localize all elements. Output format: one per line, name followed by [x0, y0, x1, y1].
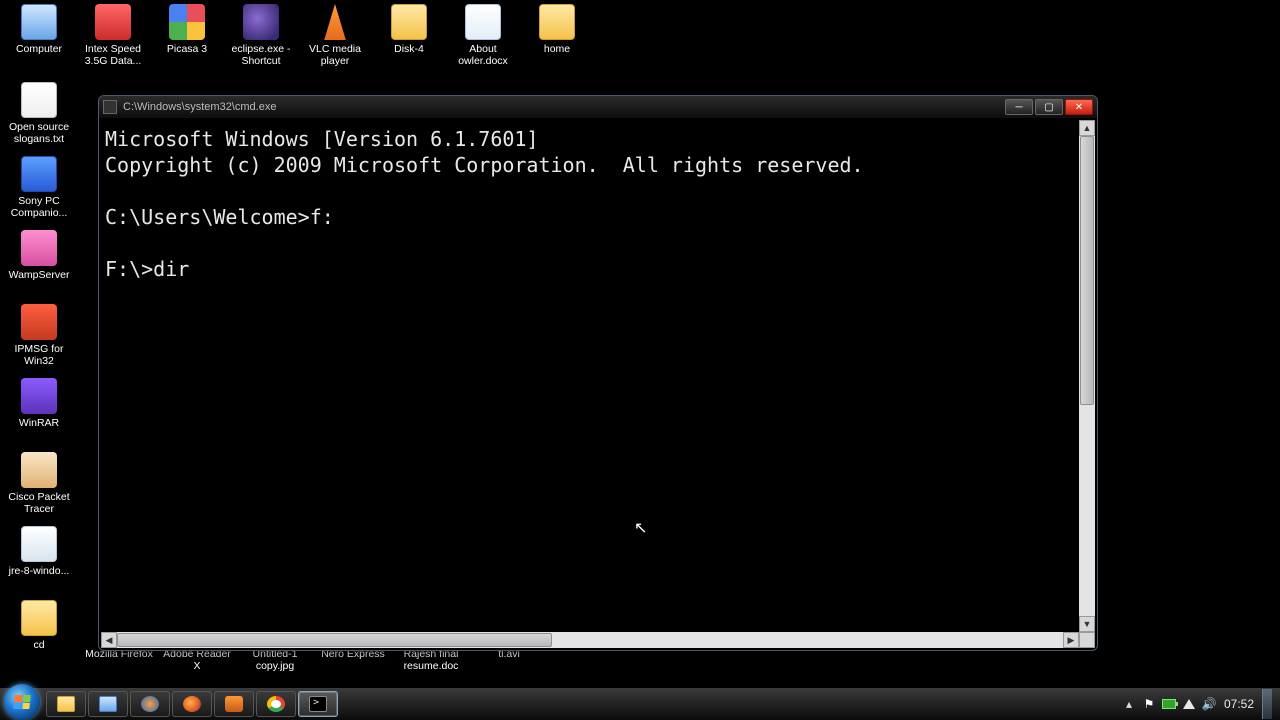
hscroll-thumb[interactable]	[117, 633, 552, 647]
java-icon	[21, 526, 57, 562]
packet-tracer-icon	[21, 452, 57, 488]
minimize-button[interactable]: ─	[1005, 99, 1033, 115]
icon-wamp[interactable]: WampServer	[2, 228, 76, 302]
start-button[interactable]	[4, 684, 40, 720]
eclipse-icon	[243, 4, 279, 40]
tray-action-center-icon[interactable]: ⚑	[1142, 697, 1156, 711]
icon-packet-tracer[interactable]: Cisco Packet Tracer	[2, 450, 76, 524]
scroll-thumb[interactable]	[1080, 136, 1094, 405]
icon-about-owler[interactable]: About owler.docx	[446, 2, 520, 76]
tray-battery-icon[interactable]	[1162, 697, 1176, 711]
scroll-down-arrow[interactable]: ▼	[1079, 616, 1095, 632]
cmd-window[interactable]: C:\Windows\system32\cmd.exe ─ ▢ ✕ Micros…	[98, 95, 1098, 651]
hscroll-track[interactable]	[117, 632, 1063, 648]
computer-icon	[21, 4, 57, 40]
icon-ipmsg[interactable]: IPMSG for Win32	[2, 302, 76, 376]
scroll-left-arrow[interactable]: ◀	[101, 632, 117, 648]
wamp-icon	[21, 230, 57, 266]
cmd-icon	[309, 696, 327, 712]
scroll-corner	[1079, 632, 1095, 648]
icon-adobe-reader[interactable]: Adobe Reader X	[160, 646, 234, 694]
tray-show-hidden-icon[interactable]: ▴	[1122, 697, 1136, 711]
window-switcher-icon	[99, 696, 117, 712]
winrar-icon	[21, 378, 57, 414]
icon-cd[interactable]: cd	[2, 598, 76, 672]
tray-volume-icon[interactable]: 🔊	[1202, 697, 1216, 711]
cmd-vertical-scrollbar[interactable]: ▲ ▼	[1079, 120, 1095, 632]
text-file-icon	[21, 82, 57, 118]
ipmsg-icon	[21, 304, 57, 340]
taskbar: ▴ ⚑ 🔊 07:52	[0, 688, 1280, 720]
desktop-top-row: Computer Intex Speed 3.5G Data... Picasa…	[2, 2, 594, 76]
firefox-icon	[183, 696, 201, 712]
taskbar-firefox[interactable]	[172, 691, 212, 717]
tray-network-icon[interactable]	[1182, 697, 1196, 711]
maximize-button[interactable]: ▢	[1035, 99, 1063, 115]
icon-home[interactable]: home	[520, 2, 594, 76]
cmd-output[interactable]: Microsoft Windows [Version 6.1.7601] Cop…	[105, 126, 1077, 630]
explorer-icon	[57, 696, 75, 712]
picasa-icon	[169, 4, 205, 40]
doc-icon	[465, 4, 501, 40]
show-desktop-button[interactable]	[1262, 689, 1272, 719]
taskbar-explorer[interactable]	[46, 691, 86, 717]
icon-sony-pc[interactable]: Sony PC Companio...	[2, 154, 76, 228]
cmd-body: Microsoft Windows [Version 6.1.7601] Cop…	[101, 120, 1095, 648]
cmd-horizontal-scrollbar[interactable]: ◀ ▶	[101, 632, 1079, 648]
icon-computer[interactable]: Computer	[2, 2, 76, 76]
windows-logo-icon	[13, 695, 30, 709]
scroll-up-arrow[interactable]: ▲	[1079, 120, 1095, 136]
taskbar-sublime[interactable]	[214, 691, 254, 717]
desktop: Computer Intex Speed 3.5G Data... Picasa…	[0, 0, 1280, 720]
taskbar-wmp[interactable]	[130, 691, 170, 717]
folder-icon	[539, 4, 575, 40]
modem-icon	[95, 4, 131, 40]
window-buttons: ─ ▢ ✕	[1005, 99, 1093, 115]
taskbar-chrome[interactable]	[256, 691, 296, 717]
icon-resume[interactable]: Rajesh final resume.doc	[394, 646, 468, 694]
scroll-right-arrow[interactable]: ▶	[1063, 632, 1079, 648]
taskbar-actions[interactable]	[88, 691, 128, 717]
cmd-title: C:\Windows\system32\cmd.exe	[123, 101, 1005, 113]
icon-jre[interactable]: jre-8-windo...	[2, 524, 76, 598]
desktop-lower-labels: Mozilla Firefox Adobe Reader X Untitled-…	[82, 646, 546, 694]
media-player-icon	[141, 696, 159, 712]
desktop-left-column: Open source slogans.txt Sony PC Companio…	[2, 80, 76, 672]
icon-firefox-desktop[interactable]: Mozilla Firefox	[82, 646, 156, 694]
cmd-titlebar[interactable]: C:\Windows\system32\cmd.exe ─ ▢ ✕	[99, 96, 1097, 118]
tray-clock[interactable]: 07:52	[1222, 697, 1256, 711]
app-icon	[21, 156, 57, 192]
folder-icon	[21, 600, 57, 636]
icon-tlavi[interactable]: tl.avi	[472, 646, 546, 694]
icon-untitled-jpg[interactable]: Untitled-1 copy.jpg	[238, 646, 312, 694]
icon-nero[interactable]: Nero Express	[316, 646, 390, 694]
icon-slogans[interactable]: Open source slogans.txt	[2, 80, 76, 154]
system-tray: ▴ ⚑ 🔊 07:52	[1122, 689, 1276, 719]
close-button[interactable]: ✕	[1065, 99, 1093, 115]
cmd-sys-icon[interactable]	[103, 100, 117, 114]
scroll-track[interactable]	[1079, 136, 1095, 616]
icon-intex[interactable]: Intex Speed 3.5G Data...	[76, 2, 150, 76]
taskbar-cmd[interactable]	[298, 691, 338, 717]
folder-icon	[391, 4, 427, 40]
icon-picasa[interactable]: Picasa 3	[150, 2, 224, 76]
chrome-icon	[267, 696, 285, 712]
sublime-icon	[225, 696, 243, 712]
vlc-icon	[317, 4, 353, 40]
icon-vlc[interactable]: VLC media player	[298, 2, 372, 76]
icon-eclipse[interactable]: eclipse.exe - Shortcut	[224, 2, 298, 76]
taskbar-pinned	[46, 691, 338, 717]
icon-disk4[interactable]: Disk-4	[372, 2, 446, 76]
icon-winrar[interactable]: WinRAR	[2, 376, 76, 450]
